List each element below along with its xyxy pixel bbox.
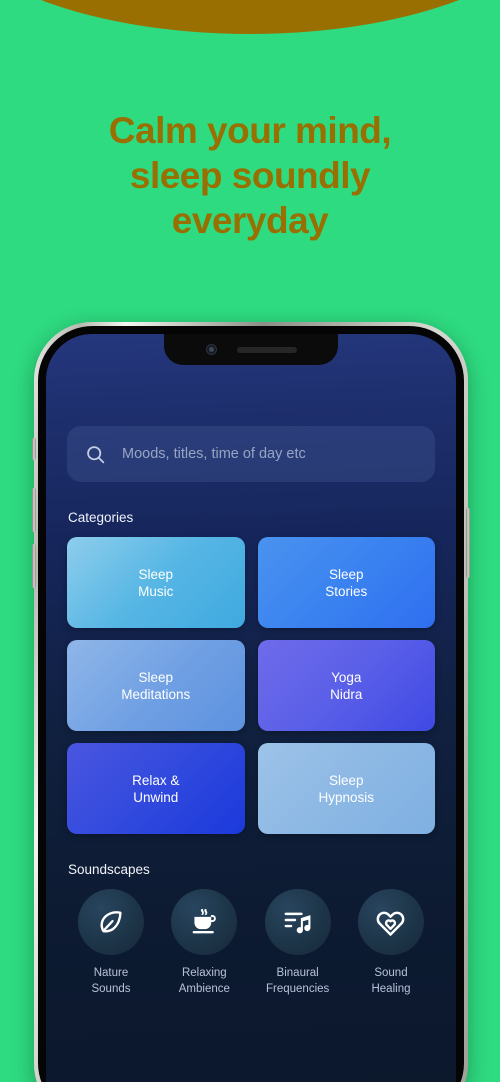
category-card-label: Sleep Stories [325,566,368,599]
categories-grid: Sleep Music Sleep Stories Sleep Meditation… [67,537,435,834]
soundscape-label: Binaural Frequencies [266,967,330,995]
soundscape-item[interactable]: Nature Sounds [67,889,155,997]
soundscape-label: Nature Sounds [91,967,131,995]
soundscape-item[interactable]: Binaural Frequencies [254,889,342,997]
earpiece-speaker-icon [236,346,297,353]
category-card[interactable]: Sleep Hypnosis [257,743,435,834]
categories-section-title: Categories [68,510,134,525]
power-button[interactable] [466,508,470,578]
category-card-label: Sleep Hypnosis [318,772,375,805]
category-card-label: Sleep Meditations [121,669,191,702]
search-icon [85,444,106,465]
app-content: Moods, titles, time of day etc Categorie… [46,380,456,1082]
page-headline: Calm your mind, sleep soundly everyday [108,110,392,241]
double-heart-icon [357,889,424,955]
front-camera-icon [205,344,217,355]
music-equalizer-icon [264,889,331,955]
search-bar[interactable]: Moods, titles, time of day etc [67,426,435,482]
mute-switch[interactable] [32,438,36,460]
category-card-label: Yoga Nidra [330,669,363,702]
soundscapes-section-title: Soundscapes [68,862,150,877]
category-card-label: Relax & Unwind [132,772,180,805]
volume-up-button[interactable] [32,488,36,532]
category-card[interactable]: Yoga Nidra [257,640,435,731]
soundscape-item[interactable]: Relaxing Ambience [160,889,248,997]
phone-mockup: Moods, titles, time of day etc Categorie… [32,322,470,1082]
volume-down-button[interactable] [32,544,36,588]
soundscapes-row: Nature Sounds Relaxing Ambience Binaural F… [67,889,435,997]
leaf-icon [78,889,144,955]
category-card[interactable]: Sleep Meditations [67,640,245,731]
soundscape-label: Sound Healing [371,967,411,995]
search-input-placeholder[interactable]: Moods, titles, time of day etc [122,446,306,462]
category-card[interactable]: Sleep Music [67,537,245,628]
phone-screen: Moods, titles, time of day etc Categorie… [46,334,456,1082]
soundscape-item[interactable]: Sound Healing [347,889,435,997]
category-card[interactable]: Sleep Stories [257,537,435,628]
phone-notch [164,334,338,365]
soundscape-label: Relaxing Ambience [178,967,230,995]
category-card[interactable]: Relax & Unwind [67,743,245,834]
top-decorative-arc [0,0,500,34]
coffee-cup-icon [171,889,238,955]
category-card-label: Sleep Music [138,566,174,599]
